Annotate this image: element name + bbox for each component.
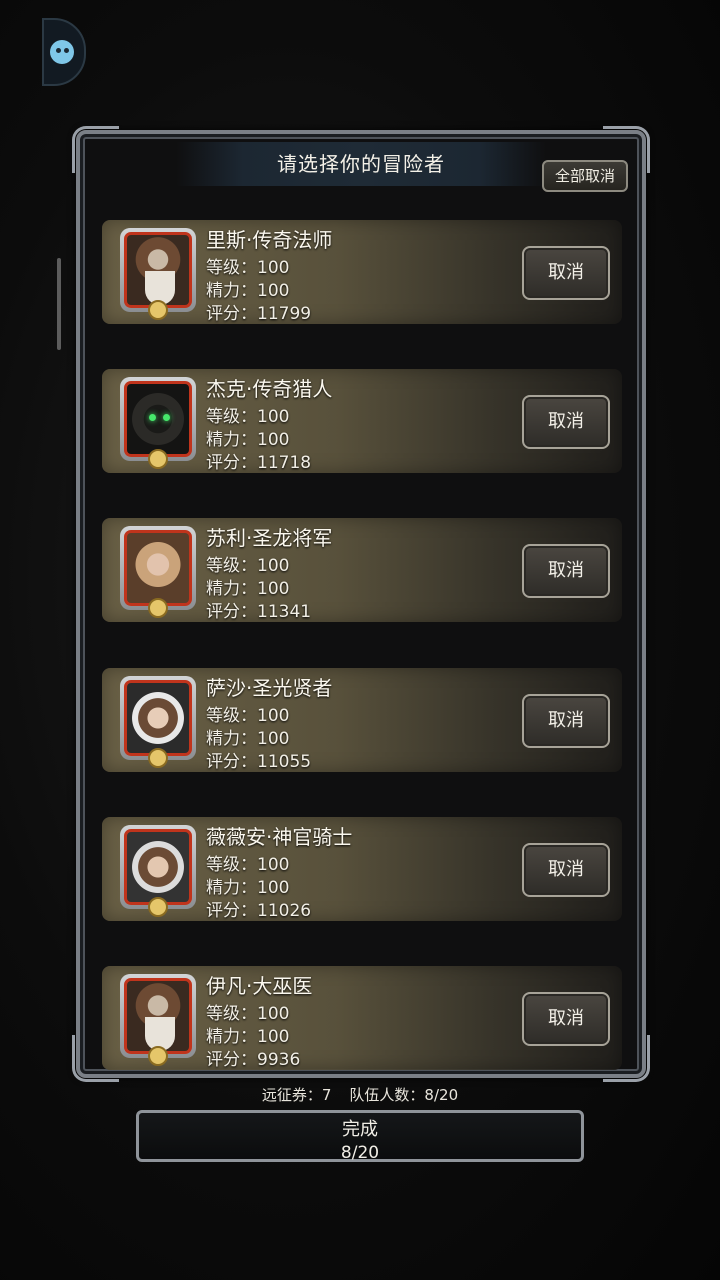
hero-portrait bbox=[120, 526, 196, 618]
hero-energy: 精力：100 bbox=[206, 579, 290, 599]
hunter-portrait bbox=[124, 381, 192, 457]
general-portrait bbox=[124, 530, 192, 606]
hero-card: 伊凡·大巫医 等级：100 精力：100 评分：9936 取消 bbox=[102, 966, 622, 1070]
cancel-button[interactable]: 取消 bbox=[522, 395, 610, 449]
hero-score: 评分：11026 bbox=[206, 901, 312, 921]
hero-energy: 精力：100 bbox=[206, 729, 290, 749]
hero-level: 等级：100 bbox=[206, 855, 290, 875]
hero-energy: 精力：100 bbox=[206, 430, 290, 450]
knight-portrait bbox=[124, 829, 192, 905]
hero-name: 杰克·传奇猎人 bbox=[206, 377, 333, 401]
hero-portrait bbox=[120, 676, 196, 768]
rank-badge-icon bbox=[148, 748, 168, 768]
rank-badge-icon bbox=[148, 897, 168, 917]
cancel-button[interactable]: 取消 bbox=[522, 992, 610, 1046]
assistant-eye bbox=[64, 48, 69, 53]
finish-button[interactable]: 完成 8/20 bbox=[136, 1110, 584, 1163]
hero-portrait bbox=[120, 974, 196, 1066]
hero-name: 里斯·传奇法师 bbox=[206, 228, 333, 252]
cancel-button[interactable]: 取消 bbox=[522, 694, 610, 748]
hero-portrait bbox=[120, 825, 196, 917]
hero-score: 评分：9936 bbox=[206, 1050, 301, 1070]
scroll-indicator bbox=[57, 258, 61, 350]
hero-card: 里斯·传奇法师 等级：100 精力：100 评分：11799 取消 bbox=[102, 220, 622, 324]
hero-level: 等级：100 bbox=[206, 556, 290, 576]
hero-name: 薇薇安·神官骑士 bbox=[206, 825, 353, 849]
hero-name: 苏利·圣龙将军 bbox=[206, 526, 333, 550]
hero-select-panel: 请选择你的冒险者 全部取消 里斯·传奇法师 等级：100 精力：100 评分：1… bbox=[72, 126, 650, 1082]
hero-energy: 精力：100 bbox=[206, 1027, 290, 1047]
hero-energy: 精力：100 bbox=[206, 878, 290, 898]
hero-card: 萨沙·圣光贤者 等级：100 精力：100 评分：11055 取消 bbox=[102, 668, 622, 772]
hero-score: 评分：11341 bbox=[206, 602, 312, 622]
frame-corner bbox=[72, 126, 119, 173]
assistant-face bbox=[50, 40, 74, 64]
hero-energy: 精力：100 bbox=[206, 281, 290, 301]
team-count: 队伍人数：8/20 bbox=[349, 1086, 459, 1104]
hero-card: 薇薇安·神官骑士 等级：100 精力：100 评分：11026 取消 bbox=[102, 817, 622, 921]
shaman-portrait bbox=[124, 978, 192, 1054]
footer-info: 远征券：7 队伍人数：8/20 bbox=[0, 1084, 720, 1105]
sage-portrait bbox=[124, 680, 192, 756]
hero-level: 等级：100 bbox=[206, 407, 290, 427]
rank-badge-icon bbox=[148, 449, 168, 469]
cancel-button[interactable]: 取消 bbox=[522, 246, 610, 300]
hero-score: 评分：11055 bbox=[206, 752, 312, 772]
finish-count: 8/20 bbox=[340, 1143, 380, 1163]
hero-name: 伊凡·大巫医 bbox=[206, 974, 313, 998]
hero-card: 杰克·传奇猎人 等级：100 精力：100 评分：11718 取消 bbox=[102, 369, 622, 473]
cancel-all-button[interactable]: 全部取消 bbox=[542, 160, 628, 192]
cancel-button[interactable]: 取消 bbox=[522, 544, 610, 598]
finish-label: 完成 bbox=[342, 1119, 378, 1140]
hero-portrait bbox=[120, 228, 196, 320]
rank-badge-icon bbox=[148, 598, 168, 618]
expedition-tickets: 远征券：7 bbox=[261, 1086, 332, 1104]
wizard-portrait bbox=[124, 232, 192, 308]
rank-badge-icon bbox=[148, 300, 168, 320]
hero-level: 等级：100 bbox=[206, 258, 290, 278]
panel-title: 请选择你的冒险者 bbox=[176, 142, 546, 186]
hero-portrait bbox=[120, 377, 196, 469]
assistant-eye bbox=[56, 48, 61, 53]
cancel-button[interactable]: 取消 bbox=[522, 843, 610, 897]
rank-badge-icon bbox=[148, 1046, 168, 1066]
hero-level: 等级：100 bbox=[206, 1004, 290, 1024]
hero-card: 苏利·圣龙将军 等级：100 精力：100 评分：11341 取消 bbox=[102, 518, 622, 622]
hero-score: 评分：11718 bbox=[206, 453, 312, 473]
hero-name: 萨沙·圣光贤者 bbox=[206, 676, 333, 700]
hero-score: 评分：11799 bbox=[206, 304, 312, 324]
hero-level: 等级：100 bbox=[206, 706, 290, 726]
